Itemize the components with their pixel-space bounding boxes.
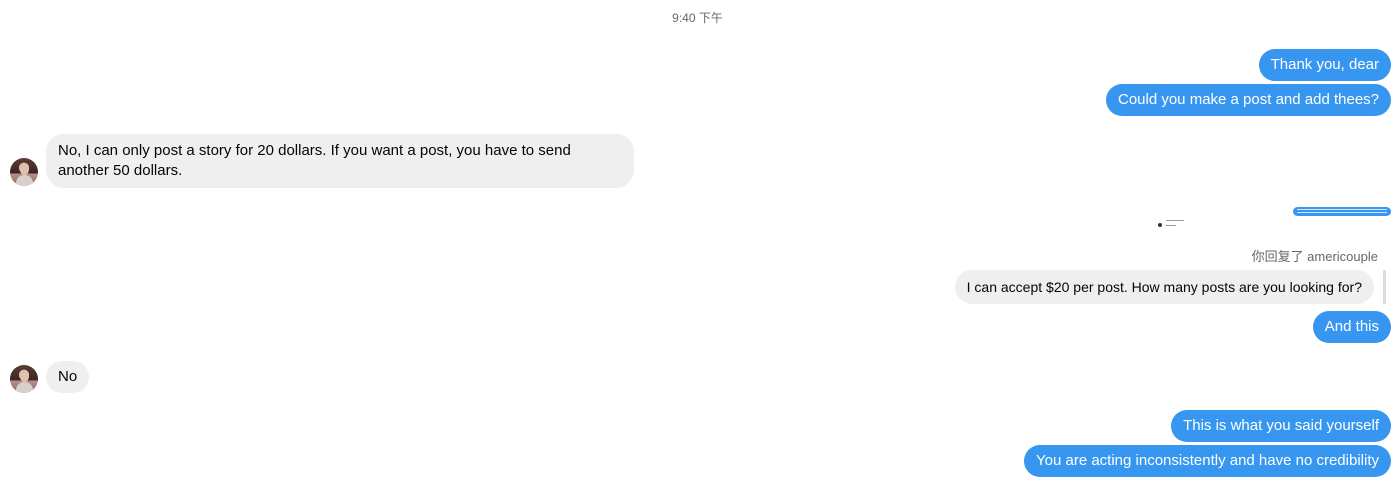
outgoing-message[interactable]: And this (1312, 311, 1391, 343)
reply-indicator-bar (1383, 270, 1386, 304)
thumbnail-text-line (1297, 212, 1387, 213)
contact-avatar[interactable] (10, 365, 38, 393)
outgoing-message[interactable]: Could you make a post and add thees? (1105, 84, 1391, 116)
incoming-message[interactable]: No, I can only post a story for 20 dolla… (46, 134, 634, 188)
avatar-body (16, 175, 33, 186)
image-attachment-thumbnail[interactable] (1158, 217, 1186, 229)
quoted-message[interactable]: I can accept $20 per post. How many post… (954, 270, 1374, 304)
thumbnail-dot (1158, 223, 1162, 227)
outgoing-message[interactable]: This is what you said yourself (1171, 410, 1391, 442)
outgoing-message[interactable]: Thank you, dear (1258, 49, 1391, 81)
reply-label: 你回复了 americouple (1251, 249, 1378, 264)
incoming-message[interactable]: No (46, 361, 90, 393)
message-timestamp: 9:40 下午 (672, 11, 723, 25)
chat-thread: 9:40 下午 Thank you, dear Could you make a… (0, 0, 1395, 480)
avatar-face (20, 164, 29, 175)
outgoing-message[interactable]: You are acting inconsistently and have n… (1024, 445, 1391, 477)
avatar-face (20, 371, 29, 382)
contact-avatar[interactable] (10, 158, 38, 186)
avatar-body (16, 382, 33, 393)
thumbnail-text-line (1166, 220, 1184, 221)
thumbnail-text-line (1166, 225, 1176, 226)
thumbnail-text-line (1297, 209, 1387, 210)
image-attachment-thumbnail[interactable] (1293, 207, 1391, 216)
